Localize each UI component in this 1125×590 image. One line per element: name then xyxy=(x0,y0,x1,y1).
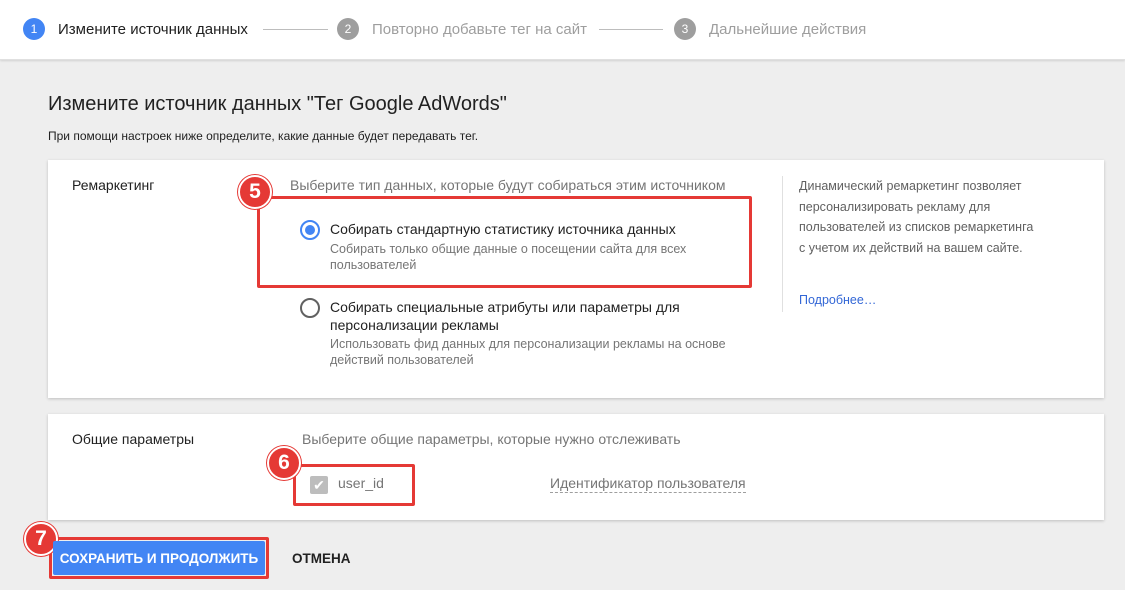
cancel-button[interactable]: ОТМЕНА xyxy=(280,541,363,575)
step-3: 3 Дальнейшие действия xyxy=(674,17,866,41)
page-title: Измените источник данных "Тег Google AdW… xyxy=(48,93,507,115)
step-1-label: Измените источник данных xyxy=(58,20,248,38)
save-and-continue-button[interactable]: СОХРАНИТЬ И ПРОДОЛЖИТЬ xyxy=(53,541,265,575)
radio-custom-attributes[interactable] xyxy=(300,298,320,318)
general-params-label: Общие параметры xyxy=(72,431,195,447)
step-1-number: 1 xyxy=(23,18,45,40)
option-custom-description: Использовать фид данных для персонализац… xyxy=(330,337,726,367)
option-custom-title[interactable]: Собирать специальные атрибуты или параме… xyxy=(330,298,760,334)
highlight-user-id xyxy=(293,464,415,506)
stepper: 1 Измените источник данных 2 Повторно до… xyxy=(0,0,1125,60)
general-params-card: Общие параметры Выберите общие параметры… xyxy=(48,414,1104,520)
general-params-hint: Выберите общие параметры, которые нужно … xyxy=(302,431,681,447)
step-3-label: Дальнейшие действия xyxy=(709,20,867,38)
annotation-badge-6: 6 xyxy=(267,446,301,480)
side-divider xyxy=(782,176,783,312)
step-1: 1 Измените источник данных xyxy=(23,17,248,41)
step-2-label: Повторно добавьте тег на сайт xyxy=(372,20,588,38)
side-info-text: Динамический ремаркетинг позволяет персо… xyxy=(799,179,1034,255)
learn-more-link[interactable]: Подробнее… xyxy=(799,293,876,307)
step-2: 2 Повторно добавьте тег на сайт xyxy=(337,17,587,41)
highlight-standard-option xyxy=(257,196,752,288)
step-3-number: 3 xyxy=(674,18,696,40)
user-id-description: Идентификатор пользователя xyxy=(550,475,746,493)
page-description: При помощи настроек ниже определите, как… xyxy=(48,129,479,143)
step-connector xyxy=(599,29,663,30)
remarketing-hint: Выберите тип данных, которые будут собир… xyxy=(290,177,726,193)
step-2-number: 2 xyxy=(337,18,359,40)
annotation-badge-5: 5 xyxy=(238,175,272,209)
remarketing-label: Ремаркетинг xyxy=(72,177,155,193)
step-connector xyxy=(263,29,328,30)
